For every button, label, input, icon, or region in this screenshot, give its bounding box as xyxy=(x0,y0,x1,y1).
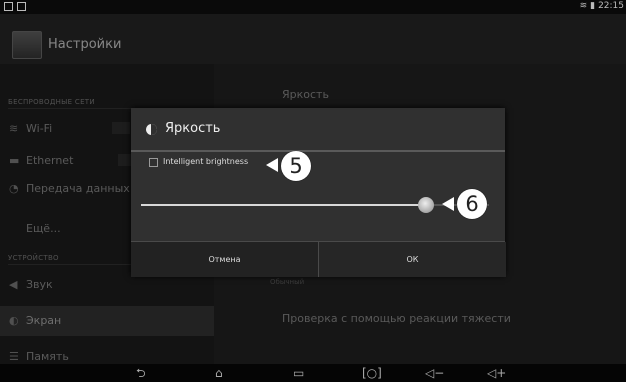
screenshot-icon[interactable]: [○] xyxy=(362,364,382,382)
callout-arrow xyxy=(266,158,278,172)
brightness-slider-thumb[interactable] xyxy=(418,197,434,213)
gallery-notification-icon xyxy=(4,2,13,11)
back-icon[interactable]: ⮌ xyxy=(136,364,146,382)
intelligent-brightness-checkbox[interactable] xyxy=(149,158,158,167)
cancel-button[interactable]: Отмена xyxy=(131,242,318,277)
volume-down-icon[interactable]: ◁− xyxy=(425,364,444,382)
dialog-title-divider xyxy=(131,150,505,152)
dialog-button-bar: Отмена ОК xyxy=(131,241,506,277)
brightness-slider-fill[interactable] xyxy=(141,204,426,206)
brightness-icon xyxy=(146,124,157,135)
status-time: 22:15 xyxy=(598,1,624,11)
volume-up-icon[interactable]: ◁+ xyxy=(487,364,506,382)
status-notifications xyxy=(4,2,26,11)
intelligent-brightness-label[interactable]: Intelligent brightness xyxy=(163,157,248,166)
battery-icon: ▮ xyxy=(590,1,596,11)
home-icon[interactable]: ⌂ xyxy=(215,364,223,382)
callout-number: 6 xyxy=(457,189,487,219)
brightness-dialog: Яркость Intelligent brightness Отмена ОК xyxy=(131,108,506,277)
ok-button[interactable]: ОК xyxy=(318,242,506,277)
wifi-signal-icon: ≋ xyxy=(579,1,588,11)
status-indicators: ≋ ▮ 22:15 xyxy=(580,1,624,11)
settings-screen: ≋ ▮ 22:15 Настройки БЕСПРОВОДНЫЕ СЕТИ ≋ … xyxy=(0,0,626,382)
download-notification-icon xyxy=(17,2,26,11)
dialog-title: Яркость xyxy=(165,121,221,136)
recent-apps-icon[interactable]: ▭ xyxy=(293,364,304,382)
navigation-bar: ⮌ ⌂ ▭ [○] ◁− ◁+ xyxy=(0,364,626,382)
callout-number: 5 xyxy=(281,151,311,181)
status-bar: ≋ ▮ 22:15 xyxy=(0,0,626,14)
callout-arrow xyxy=(442,197,454,211)
